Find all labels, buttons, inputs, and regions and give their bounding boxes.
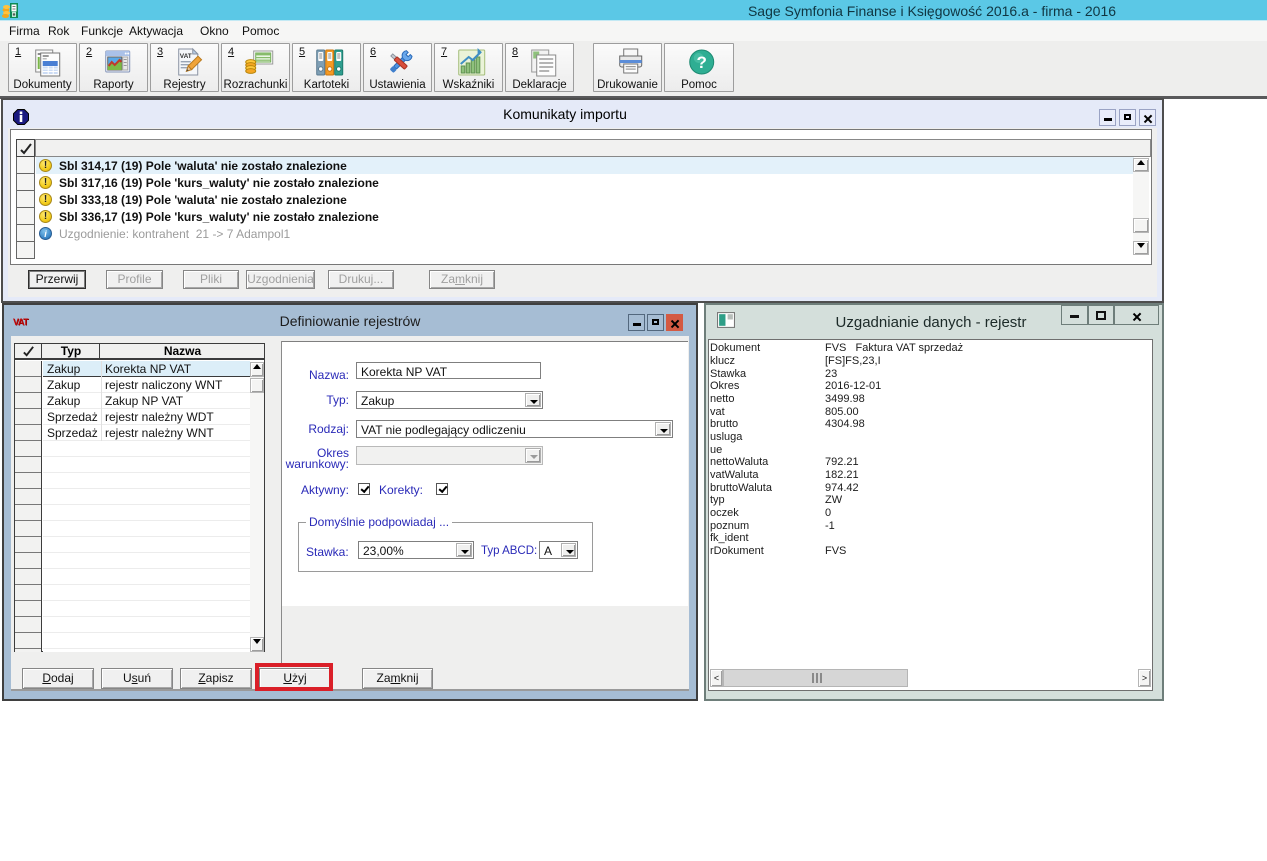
svg-text:?: ?: [697, 53, 707, 72]
svg-text:VAT: VAT: [179, 53, 191, 60]
